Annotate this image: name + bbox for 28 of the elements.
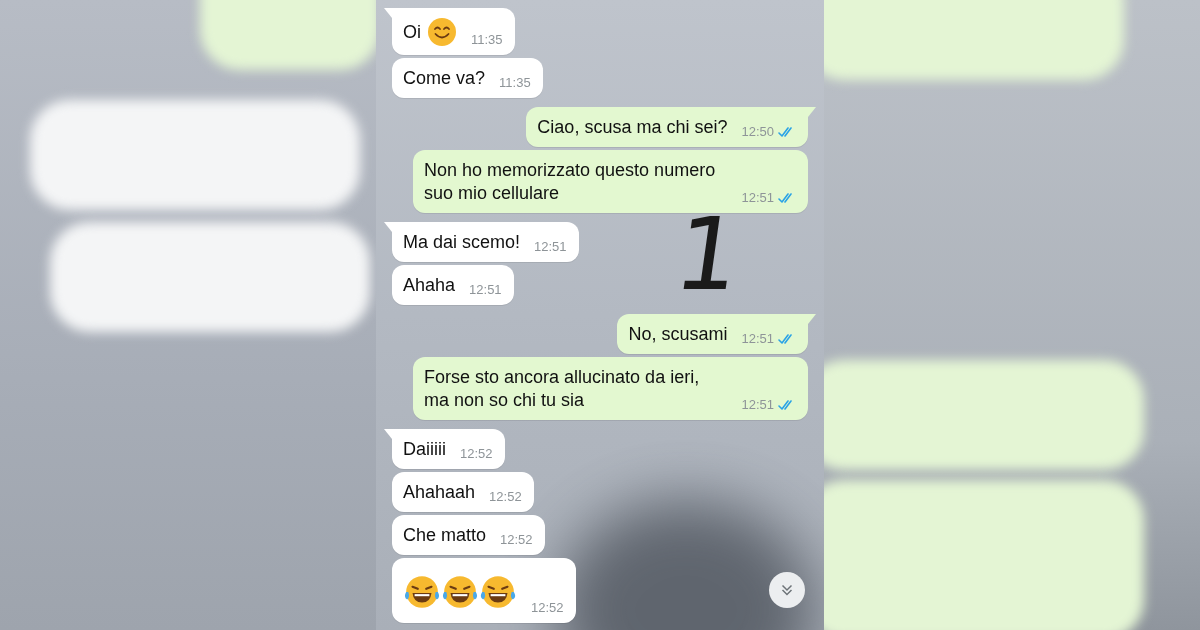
message-time: 12:51 (469, 282, 502, 297)
message-text: No, scusami (628, 323, 728, 346)
message-text: Forse sto ancora allucinato da ieri, ma non so chi tu sia (424, 366, 701, 412)
message-text: Ma dai scemo! (403, 231, 521, 254)
message-time: 12:51 (534, 239, 567, 254)
message-text: Che matto (403, 524, 487, 547)
laughing-face-icon (441, 573, 479, 611)
message-time: 12:51 (741, 190, 774, 205)
message-time: 12:52 (531, 600, 564, 615)
laughing-face-icon (403, 573, 441, 611)
message-time: 12:50 (741, 124, 774, 139)
laughing-face-icon (479, 573, 517, 611)
message-time: 12:52 (500, 532, 533, 547)
message-text: Non ho memorizzato questo numero suo mio cellulare (424, 159, 717, 205)
message-text: Come va? (403, 67, 486, 90)
message-time: 12:52 (460, 446, 493, 461)
message-time: 11:35 (499, 75, 531, 90)
handwritten-mark: 1 (668, 205, 747, 305)
message-time: 12:52 (489, 489, 522, 504)
message-time: 11:35 (471, 32, 503, 47)
message-time: 12:51 (741, 397, 774, 412)
message-text: Ahahaah (403, 481, 476, 504)
message-text: Oi (403, 20, 421, 44)
message-time: 12:51 (741, 331, 774, 346)
message-text: Daiiiii (403, 438, 446, 461)
smiling-face-icon (427, 17, 457, 47)
message-text: Ciao, scusa ma chi sei? (537, 116, 728, 139)
message-text: Ahaha (403, 274, 456, 297)
